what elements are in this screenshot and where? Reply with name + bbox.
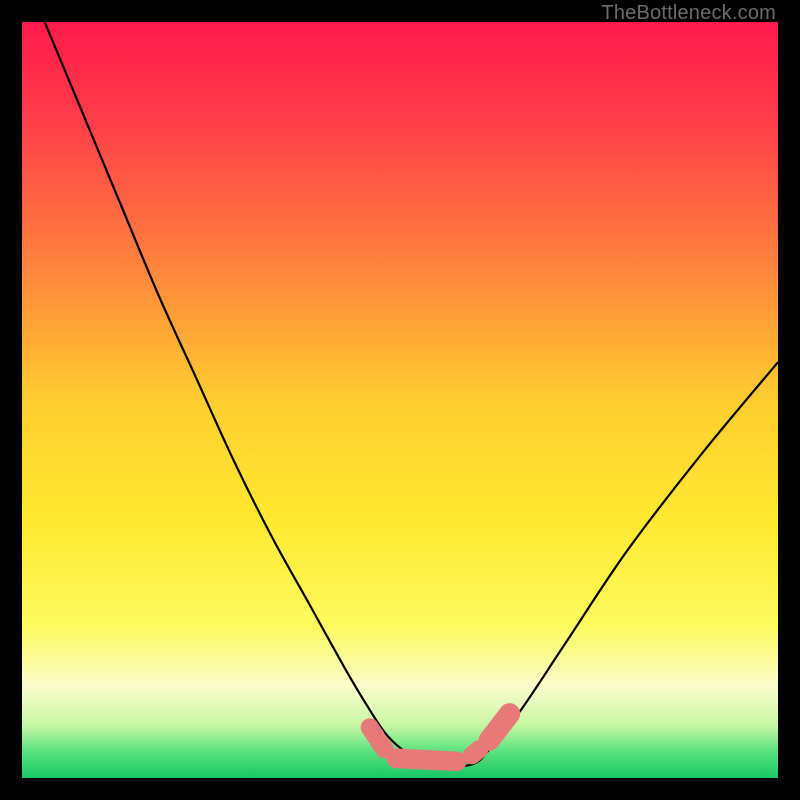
chart-svg	[22, 22, 778, 778]
outer-frame: TheBottleneck.com	[0, 0, 800, 800]
marker-capsule	[396, 758, 456, 761]
marker-capsule	[472, 749, 480, 755]
plot-area	[22, 22, 778, 778]
marker-capsule	[379, 742, 385, 750]
gradient-background	[22, 22, 778, 778]
